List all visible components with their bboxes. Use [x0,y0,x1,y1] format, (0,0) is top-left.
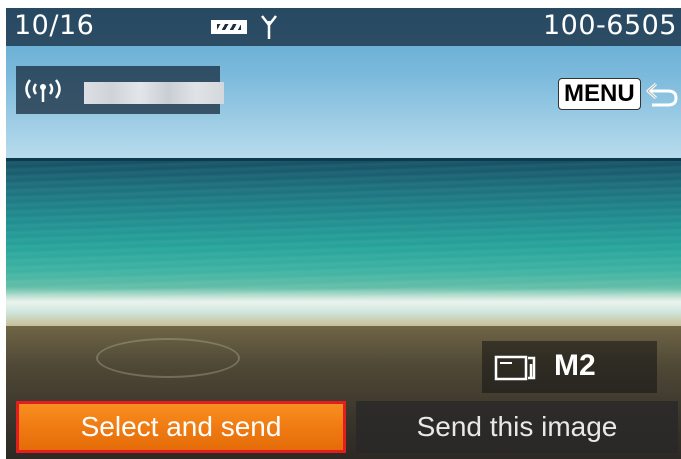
menu-button-label: MENU [558,78,641,110]
image-counter: 10/16 [14,10,95,41]
image-size-label: M2 [554,349,596,382]
device-name-redacted [84,82,224,104]
photo-wet-sand [96,338,240,378]
select-and-send-button[interactable]: Select and send [16,401,346,453]
photo-surf [6,288,681,328]
send-this-image-button[interactable]: Send this image [356,401,678,453]
card-icon [494,354,538,386]
file-number: 100-6505 [543,10,677,41]
camera-screen: 10/16 100-6505 MENU M2 Select and send S… [6,8,681,459]
photo-horizon [6,158,681,161]
connection-info [16,66,224,114]
battery-icon [211,20,247,34]
return-arrow-icon [644,80,680,114]
status-bar: 10/16 100-6505 [6,8,681,46]
image-size-indicator: M2 [482,341,657,393]
wifi-icon [21,76,65,108]
antenna-icon [260,13,278,48]
